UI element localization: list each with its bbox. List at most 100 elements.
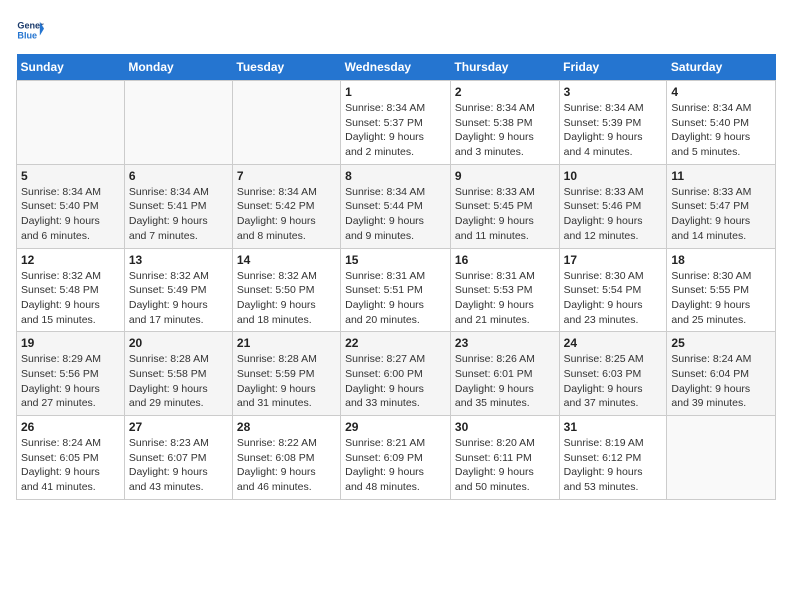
calendar-cell — [124, 81, 232, 165]
day-info: Sunrise: 8:21 AM Sunset: 6:09 PM Dayligh… — [345, 436, 446, 495]
calendar-cell: 22 Sunrise: 8:27 AM Sunset: 6:00 PM Dayli… — [341, 332, 451, 416]
calendar-cell: 7 Sunrise: 8:34 AM Sunset: 5:42 PM Daylig… — [232, 164, 340, 248]
day-info: Sunrise: 8:29 AM Sunset: 5:56 PM Dayligh… — [21, 352, 120, 411]
calendar-cell: 11Sunrise: 8:33 AM Sunset: 5:47 PM Dayli… — [667, 164, 776, 248]
calendar-cell: 4Sunrise: 8:34 AM Sunset: 5:40 PM Daylig… — [667, 81, 776, 165]
calendar-table: SundayMondayTuesdayWednesdayThursdayFrid… — [16, 54, 776, 500]
day-info: Sunrise: 8:27 AM Sunset: 6:00 PM Dayligh… — [345, 352, 446, 411]
calendar-cell: 29Sunrise: 8:21 AM Sunset: 6:09 PM Dayli… — [341, 416, 451, 500]
day-info: Sunrise: 8:19 AM Sunset: 6:12 PM Dayligh… — [564, 436, 663, 495]
calendar-cell: 14 Sunrise: 8:32 AM Sunset: 5:50 PM Dayli… — [232, 248, 340, 332]
day-number: 24 — [564, 336, 663, 350]
day-number: 26 — [21, 420, 120, 434]
header-monday: Monday — [124, 54, 232, 81]
day-info: Sunrise: 8:34 AM Sunset: 5:40 PM Dayligh… — [21, 185, 120, 244]
calendar-cell — [667, 416, 776, 500]
calendar-cell: 10 Sunrise: 8:33 AM Sunset: 5:46 PM Dayli… — [559, 164, 667, 248]
logo-icon: General Blue — [16, 16, 44, 44]
week-row-0: 1 Sunrise: 8:34 AM Sunset: 5:37 PM Daylig… — [17, 81, 776, 165]
svg-text:Blue: Blue — [17, 30, 37, 40]
week-row-3: 19Sunrise: 8:29 AM Sunset: 5:56 PM Dayli… — [17, 332, 776, 416]
header-sunday: Sunday — [17, 54, 125, 81]
header-saturday: Saturday — [667, 54, 776, 81]
day-info: Sunrise: 8:28 AM Sunset: 5:59 PM Dayligh… — [237, 352, 336, 411]
day-number: 10 — [564, 169, 663, 183]
day-number: 9 — [455, 169, 555, 183]
calendar-cell: 31 Sunrise: 8:19 AM Sunset: 6:12 PM Dayli… — [559, 416, 667, 500]
calendar-cell: 18 Sunrise: 8:30 AM Sunset: 5:55 PM Dayli… — [667, 248, 776, 332]
day-info: Sunrise: 8:31 AM Sunset: 5:53 PM Dayligh… — [455, 269, 555, 328]
day-number: 15 — [345, 253, 446, 267]
calendar-cell: 16 Sunrise: 8:31 AM Sunset: 5:53 PM Dayli… — [450, 248, 559, 332]
day-info: Sunrise: 8:32 AM Sunset: 5:50 PM Dayligh… — [237, 269, 336, 328]
calendar-cell — [232, 81, 340, 165]
day-info: Sunrise: 8:32 AM Sunset: 5:49 PM Dayligh… — [129, 269, 228, 328]
day-number: 23 — [455, 336, 555, 350]
calendar-cell — [17, 81, 125, 165]
calendar-cell: 9Sunrise: 8:33 AM Sunset: 5:45 PM Daylig… — [450, 164, 559, 248]
day-info: Sunrise: 8:30 AM Sunset: 5:55 PM Dayligh… — [671, 269, 771, 328]
day-number: 18 — [671, 253, 771, 267]
calendar-cell: 30 Sunrise: 8:20 AM Sunset: 6:11 PM Dayli… — [450, 416, 559, 500]
day-number: 22 — [345, 336, 446, 350]
day-number: 5 — [21, 169, 120, 183]
header-tuesday: Tuesday — [232, 54, 340, 81]
day-info: Sunrise: 8:34 AM Sunset: 5:37 PM Dayligh… — [345, 101, 446, 160]
week-row-2: 12 Sunrise: 8:32 AM Sunset: 5:48 PM Dayli… — [17, 248, 776, 332]
calendar-cell: 8 Sunrise: 8:34 AM Sunset: 5:44 PM Daylig… — [341, 164, 451, 248]
day-number: 4 — [671, 85, 771, 99]
day-number: 7 — [237, 169, 336, 183]
logo: General Blue — [16, 16, 44, 44]
day-info: Sunrise: 8:20 AM Sunset: 6:11 PM Dayligh… — [455, 436, 555, 495]
calendar-cell: 17 Sunrise: 8:30 AM Sunset: 5:54 PM Dayli… — [559, 248, 667, 332]
day-info: Sunrise: 8:34 AM Sunset: 5:44 PM Dayligh… — [345, 185, 446, 244]
calendar-cell: 1 Sunrise: 8:34 AM Sunset: 5:37 PM Daylig… — [341, 81, 451, 165]
calendar-cell: 5 Sunrise: 8:34 AM Sunset: 5:40 PM Daylig… — [17, 164, 125, 248]
day-number: 25 — [671, 336, 771, 350]
day-number: 27 — [129, 420, 228, 434]
page-header: General Blue — [16, 16, 776, 44]
calendar-body: 1 Sunrise: 8:34 AM Sunset: 5:37 PM Daylig… — [17, 81, 776, 500]
day-number: 31 — [564, 420, 663, 434]
calendar-cell: 13 Sunrise: 8:32 AM Sunset: 5:49 PM Dayli… — [124, 248, 232, 332]
calendar-cell: 20 Sunrise: 8:28 AM Sunset: 5:58 PM Dayli… — [124, 332, 232, 416]
day-info: Sunrise: 8:30 AM Sunset: 5:54 PM Dayligh… — [564, 269, 663, 328]
day-number: 16 — [455, 253, 555, 267]
calendar-cell: 19Sunrise: 8:29 AM Sunset: 5:56 PM Dayli… — [17, 332, 125, 416]
day-number: 14 — [237, 253, 336, 267]
day-number: 1 — [345, 85, 446, 99]
week-row-4: 26Sunrise: 8:24 AM Sunset: 6:05 PM Dayli… — [17, 416, 776, 500]
day-number: 12 — [21, 253, 120, 267]
week-row-1: 5 Sunrise: 8:34 AM Sunset: 5:40 PM Daylig… — [17, 164, 776, 248]
day-info: Sunrise: 8:31 AM Sunset: 5:51 PM Dayligh… — [345, 269, 446, 328]
calendar-cell: 27Sunrise: 8:23 AM Sunset: 6:07 PM Dayli… — [124, 416, 232, 500]
day-info: Sunrise: 8:34 AM Sunset: 5:38 PM Dayligh… — [455, 101, 555, 160]
day-number: 11 — [671, 169, 771, 183]
day-info: Sunrise: 8:22 AM Sunset: 6:08 PM Dayligh… — [237, 436, 336, 495]
calendar-cell: 26Sunrise: 8:24 AM Sunset: 6:05 PM Dayli… — [17, 416, 125, 500]
day-info: Sunrise: 8:26 AM Sunset: 6:01 PM Dayligh… — [455, 352, 555, 411]
day-info: Sunrise: 8:32 AM Sunset: 5:48 PM Dayligh… — [21, 269, 120, 328]
day-info: Sunrise: 8:34 AM Sunset: 5:39 PM Dayligh… — [564, 101, 663, 160]
day-info: Sunrise: 8:34 AM Sunset: 5:42 PM Dayligh… — [237, 185, 336, 244]
day-number: 21 — [237, 336, 336, 350]
day-number: 20 — [129, 336, 228, 350]
calendar-cell: 2Sunrise: 8:34 AM Sunset: 5:38 PM Daylig… — [450, 81, 559, 165]
calendar-cell: 12 Sunrise: 8:32 AM Sunset: 5:48 PM Dayli… — [17, 248, 125, 332]
calendar-cell: 21 Sunrise: 8:28 AM Sunset: 5:59 PM Dayli… — [232, 332, 340, 416]
day-info: Sunrise: 8:28 AM Sunset: 5:58 PM Dayligh… — [129, 352, 228, 411]
day-info: Sunrise: 8:33 AM Sunset: 5:46 PM Dayligh… — [564, 185, 663, 244]
day-info: Sunrise: 8:24 AM Sunset: 6:04 PM Dayligh… — [671, 352, 771, 411]
calendar-cell: 25 Sunrise: 8:24 AM Sunset: 6:04 PM Dayli… — [667, 332, 776, 416]
day-number: 8 — [345, 169, 446, 183]
day-number: 17 — [564, 253, 663, 267]
day-number: 13 — [129, 253, 228, 267]
day-number: 3 — [564, 85, 663, 99]
day-number: 6 — [129, 169, 228, 183]
calendar-cell: 15 Sunrise: 8:31 AM Sunset: 5:51 PM Dayli… — [341, 248, 451, 332]
day-number: 30 — [455, 420, 555, 434]
header-row: SundayMondayTuesdayWednesdayThursdayFrid… — [17, 54, 776, 81]
calendar-cell: 24Sunrise: 8:25 AM Sunset: 6:03 PM Dayli… — [559, 332, 667, 416]
calendar-cell: 28Sunrise: 8:22 AM Sunset: 6:08 PM Dayli… — [232, 416, 340, 500]
header-thursday: Thursday — [450, 54, 559, 81]
